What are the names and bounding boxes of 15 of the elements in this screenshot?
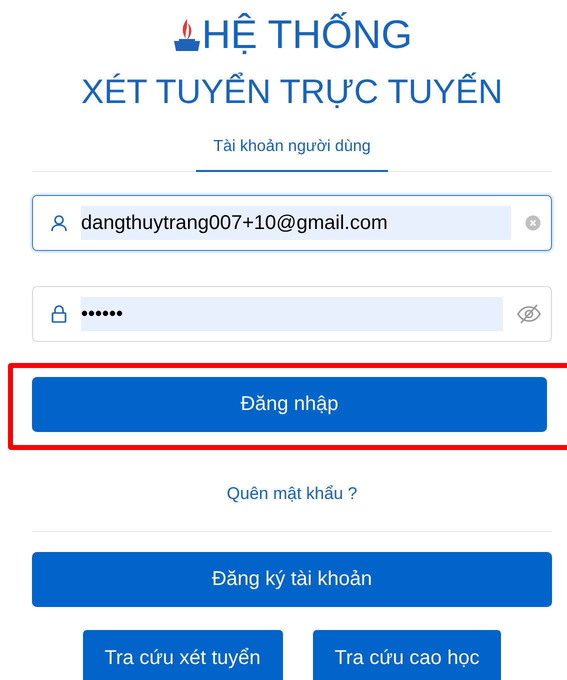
forgot-password-link[interactable]: Quên mật khẩu ?: [226, 484, 358, 504]
system-title: HỆ THỐNG: [202, 12, 412, 58]
lock-icon: [51, 305, 67, 323]
lookup-button[interactable]: Tra cứu xét tuyển: [82, 630, 283, 680]
login-button[interactable]: Đăng nhập: [32, 377, 547, 432]
system-subtitle: XÉT TUYỂN TRỰC TUYẾN: [80, 72, 504, 113]
password-field[interactable]: ••••••: [32, 286, 552, 342]
eye-hidden-icon[interactable]: [517, 303, 541, 325]
logo-icon: [172, 17, 202, 53]
user-icon: [51, 214, 67, 232]
lookup-button[interactable]: Tra cứu cao học: [312, 630, 502, 680]
account-tab[interactable]: Tài khoản người dùng: [196, 128, 388, 172]
username-field[interactable]: dangthuytrang007+10@gmail.com: [32, 195, 552, 251]
clear-icon[interactable]: [525, 215, 541, 231]
register-button[interactable]: Đăng ký tài khoản: [32, 552, 552, 607]
